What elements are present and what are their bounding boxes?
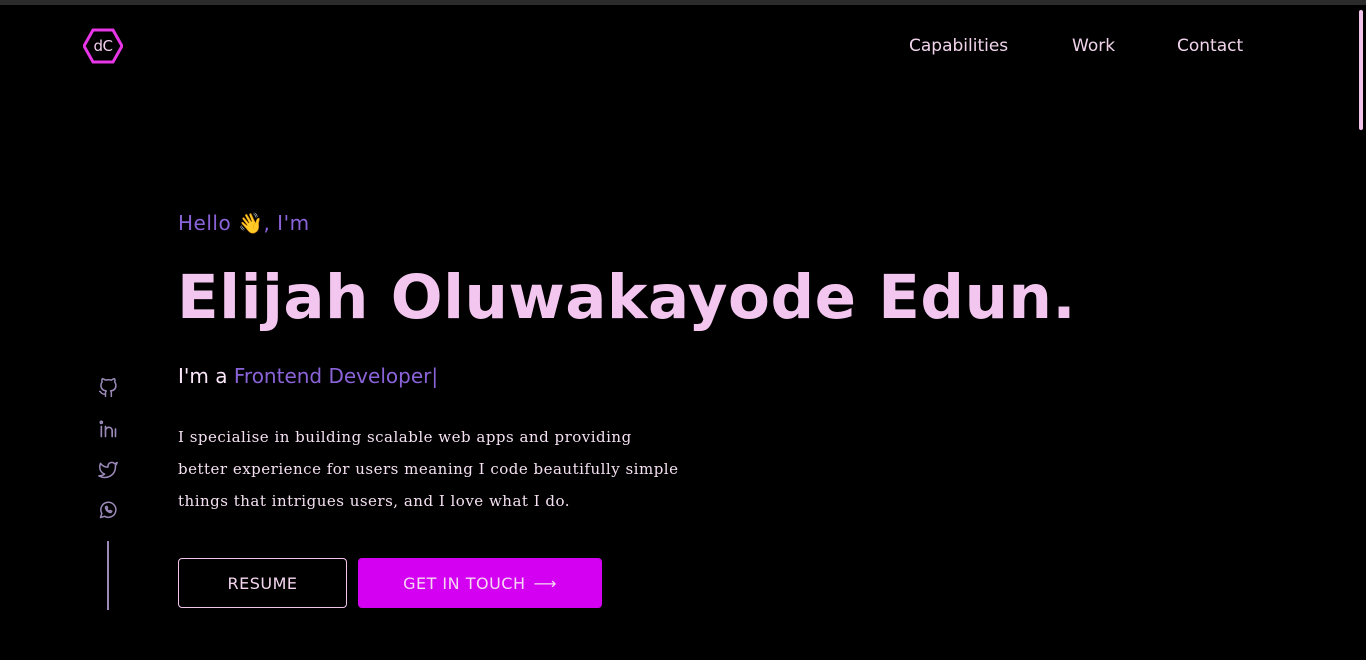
linkedin-icon bbox=[99, 420, 117, 438]
social-link-whatsapp[interactable] bbox=[96, 498, 120, 522]
hero-bio: I specialise in building scalable web ap… bbox=[178, 421, 678, 517]
bio-line: things that intrigues users, and I love … bbox=[178, 492, 571, 510]
bio-line: better experience for users meaning I co… bbox=[178, 460, 679, 478]
logo-text: dC bbox=[93, 37, 114, 55]
social-divider-line bbox=[107, 541, 109, 610]
typing-cursor: | bbox=[431, 364, 439, 388]
role-text: Frontend Developer bbox=[233, 364, 432, 388]
waving-hand-icon: 👋 bbox=[238, 211, 264, 235]
bio-line: I specialise in building scalable web ap… bbox=[178, 428, 632, 446]
scrollbar-thumb[interactable] bbox=[1359, 10, 1363, 130]
hero-name: Elijah Oluwakayode Edun. bbox=[177, 262, 1077, 333]
greeting-suffix: , I'm bbox=[263, 211, 310, 235]
site-logo[interactable]: dC bbox=[83, 28, 123, 64]
get-in-touch-label: GET IN TOUCH bbox=[403, 573, 526, 593]
get-in-touch-button[interactable]: GET IN TOUCH ⟶ bbox=[358, 558, 602, 608]
social-link-twitter[interactable] bbox=[96, 458, 120, 482]
role-prefix: I'm a bbox=[178, 364, 228, 388]
resume-button-label: RESUME bbox=[227, 573, 298, 593]
social-link-linkedin[interactable] bbox=[96, 417, 120, 441]
social-link-github[interactable] bbox=[96, 376, 120, 400]
github-icon bbox=[98, 378, 117, 398]
nav-item-contact[interactable]: Contact bbox=[1177, 36, 1243, 56]
twitter-icon bbox=[98, 461, 118, 479]
nav-item-work[interactable]: Work bbox=[1072, 36, 1115, 56]
window-top-border bbox=[0, 0, 1366, 5]
resume-button[interactable]: RESUME bbox=[178, 558, 347, 608]
nav-item-capabilities[interactable]: Capabilities bbox=[909, 36, 1008, 56]
arrow-right-icon: ⟶ bbox=[533, 573, 557, 593]
hero-role-line: I'm a Frontend Developer| bbox=[178, 362, 438, 390]
greeting-text: Hello bbox=[178, 211, 232, 235]
hero-greeting: Hello 👋, I'm bbox=[178, 209, 310, 237]
whatsapp-icon bbox=[99, 501, 117, 519]
